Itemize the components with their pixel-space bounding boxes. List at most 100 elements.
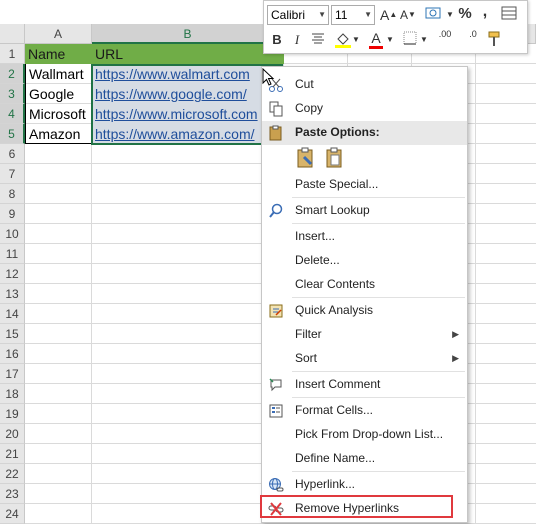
quick-analysis-icon xyxy=(269,304,283,318)
row-header[interactable]: 6 xyxy=(0,144,25,164)
borders-icon xyxy=(403,31,417,45)
row-header[interactable]: 14 xyxy=(0,304,25,324)
italic-button[interactable]: I xyxy=(292,30,302,50)
align-center-button[interactable] xyxy=(310,30,326,50)
borders-button[interactable] xyxy=(402,30,418,50)
row-header[interactable]: 8 xyxy=(0,184,25,204)
row-header[interactable]: 7 xyxy=(0,164,25,184)
column-header-b[interactable]: B xyxy=(92,24,284,44)
row-header[interactable]: 19 xyxy=(0,404,25,424)
chevron-down-icon: ▼ xyxy=(364,10,372,19)
percent-style-button[interactable]: % xyxy=(458,4,472,24)
accounting-format-button[interactable] xyxy=(422,5,446,25)
menu-item-filter[interactable]: Filter ▶ xyxy=(262,323,467,347)
font-name-dropdown[interactable]: Calibri ▼ xyxy=(267,5,329,25)
chevron-down-icon[interactable]: ▼ xyxy=(352,30,360,50)
menu-label: Copy xyxy=(295,101,324,115)
row-header[interactable]: 5 xyxy=(0,124,25,144)
comment-icon xyxy=(269,378,282,392)
paste-formatting-button[interactable] xyxy=(295,147,317,169)
paste-button[interactable] xyxy=(324,147,346,169)
fill-color-button[interactable] xyxy=(334,30,352,50)
increase-decimal-button[interactable]: .00 xyxy=(434,29,456,49)
grow-font-button[interactable]: A▲ xyxy=(380,5,397,25)
row-header[interactable]: 22 xyxy=(0,464,25,484)
menu-item-insert-comment[interactable]: Insert Comment xyxy=(262,373,467,397)
column-header-a[interactable]: A xyxy=(25,24,92,44)
menu-item-define-name[interactable]: Define Name... xyxy=(262,447,467,471)
cell-b1[interactable]: URL xyxy=(92,44,284,64)
menu-item-format-cells[interactable]: Format Cells... xyxy=(262,399,467,423)
table-icon xyxy=(501,6,517,20)
row-header[interactable]: 3 xyxy=(0,84,25,104)
row-header[interactable]: 10 xyxy=(0,224,25,244)
cell-a4[interactable]: Microsoft xyxy=(25,104,92,124)
search-icon xyxy=(269,203,283,218)
cell-b3-link[interactable]: https://www.google.com/ xyxy=(92,84,284,104)
menu-item-insert[interactable]: Insert... xyxy=(262,225,467,249)
row-header[interactable]: 24 xyxy=(0,504,25,524)
menu-label: Insert Comment xyxy=(295,377,381,391)
cell-a5[interactable]: Amazon xyxy=(25,124,92,144)
cell-b2-link[interactable]: https://www.walmart.com xyxy=(92,64,284,84)
menu-item-quick-analysis[interactable]: Quick Analysis xyxy=(262,299,467,323)
menu-label: Quick Analysis xyxy=(295,303,374,317)
row-header[interactable]: 20 xyxy=(0,424,25,444)
chevron-down-icon[interactable]: ▼ xyxy=(386,30,394,50)
menu-item-clear-contents[interactable]: Clear Contents xyxy=(262,273,467,297)
menu-item-copy[interactable]: Copy xyxy=(262,97,467,121)
menu-item-cut[interactable]: Cut xyxy=(262,73,467,97)
menu-item-hyperlink[interactable]: Hyperlink... xyxy=(262,473,467,497)
paste-icon xyxy=(326,147,342,168)
menu-separator xyxy=(292,371,465,372)
bold-button[interactable]: B xyxy=(270,30,284,50)
cell-a3[interactable]: Google xyxy=(25,84,92,104)
menu-label: Cut xyxy=(295,77,314,91)
table-format-button[interactable] xyxy=(500,5,518,25)
row-header[interactable]: 15 xyxy=(0,324,25,344)
row-header[interactable]: 2 xyxy=(0,64,25,84)
context-menu: Cut Copy Paste Options: Paste Special...… xyxy=(261,66,468,523)
menu-label: Smart Lookup xyxy=(295,203,370,217)
menu-separator xyxy=(292,397,465,398)
comma-style-button[interactable]: , xyxy=(480,2,490,22)
submenu-arrow-icon: ▶ xyxy=(452,353,459,363)
row-header[interactable]: 16 xyxy=(0,344,25,364)
row-header[interactable]: 12 xyxy=(0,264,25,284)
row-header[interactable]: 23 xyxy=(0,484,25,504)
row-header[interactable]: 17 xyxy=(0,364,25,384)
chevron-down-icon[interactable]: ▼ xyxy=(446,5,454,25)
shrink-font-button[interactable]: A▼ xyxy=(400,5,416,25)
menu-separator xyxy=(292,223,465,224)
menu-item-paste-special[interactable]: Paste Special... xyxy=(262,173,467,197)
row-header[interactable]: 13 xyxy=(0,284,25,304)
font-size-dropdown[interactable]: 11 ▼ xyxy=(331,5,375,25)
format-painter-button[interactable] xyxy=(486,30,504,50)
cell-a2[interactable]: Wallmart xyxy=(25,64,92,84)
menu-label: Clear Contents xyxy=(295,277,376,291)
row-header[interactable]: 21 xyxy=(0,444,25,464)
select-all-corner[interactable] xyxy=(0,24,25,44)
menu-item-delete[interactable]: Delete... xyxy=(262,249,467,273)
menu-label: Filter xyxy=(295,327,322,341)
cell-b4-link[interactable]: https://www.microsoft.com xyxy=(92,104,284,124)
menu-item-sort[interactable]: Sort ▶ xyxy=(262,347,467,371)
menu-item-smart-lookup[interactable]: Smart Lookup xyxy=(262,199,467,223)
align-center-icon xyxy=(312,33,324,44)
row-header[interactable]: 18 xyxy=(0,384,25,404)
font-color-button[interactable]: A xyxy=(368,28,384,49)
menu-item-pick-from-list[interactable]: Pick From Drop-down List... xyxy=(262,423,467,447)
cell-b5-link[interactable]: https://www.amazon.com/ xyxy=(92,124,284,144)
menu-separator xyxy=(292,297,465,298)
globe-link-icon xyxy=(269,478,284,492)
row-header[interactable]: 1 xyxy=(0,44,25,64)
cell-a1[interactable]: Name xyxy=(25,44,92,64)
copy-icon xyxy=(269,101,283,117)
row-header[interactable]: 11 xyxy=(0,244,25,264)
font-color-icon: A xyxy=(371,30,381,46)
decrease-decimal-button[interactable]: .0 xyxy=(462,29,484,49)
row-header[interactable]: 9 xyxy=(0,204,25,224)
row-header[interactable]: 4 xyxy=(0,104,25,124)
format-cells-icon xyxy=(269,404,283,418)
chevron-down-icon[interactable]: ▼ xyxy=(420,30,428,50)
